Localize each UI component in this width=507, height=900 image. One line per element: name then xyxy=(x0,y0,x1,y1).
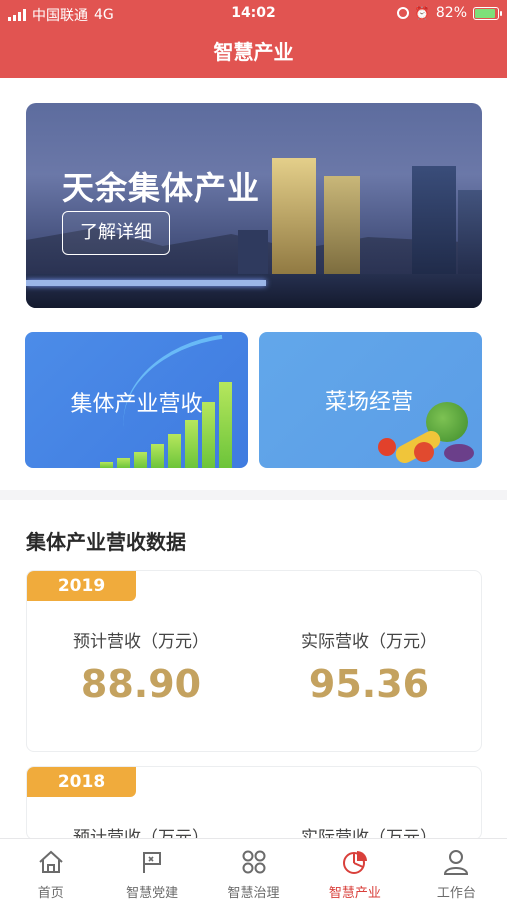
banner-building xyxy=(458,190,482,278)
banner-title: 天余集体产业 xyxy=(62,169,261,207)
tab-party-building[interactable]: 智慧党建 xyxy=(101,839,202,900)
actual-revenue-value: 95.36 xyxy=(308,662,430,706)
status-bar: 中国联通 4G 14:02 ⏰ 82% xyxy=(0,0,507,28)
banner-bridge xyxy=(26,280,266,286)
revenue-record-card[interactable]: 2018 预计营收（万元） 实际营收（万元） xyxy=(26,766,482,840)
pie-chart-icon xyxy=(342,851,367,874)
section-divider xyxy=(0,490,507,500)
tab-workbench[interactable]: 工作台 xyxy=(406,839,507,900)
user-icon xyxy=(444,850,469,875)
tab-label: 工作台 xyxy=(436,886,476,900)
collective-revenue-card[interactable]: 集体产业营收 xyxy=(25,332,248,468)
banner-building xyxy=(272,158,316,278)
page-title: 智慧产业 xyxy=(0,28,507,78)
home-icon xyxy=(39,850,63,873)
alarm-icon: ⏰ xyxy=(414,6,430,20)
flag-icon xyxy=(143,852,162,873)
revenue-record-card[interactable]: 2019 预计营收（万元） 88.90 实际营收（万元） 95.36 xyxy=(26,570,482,752)
vegetables-icon xyxy=(374,394,474,467)
year-badge: 2018 xyxy=(27,767,136,797)
market-management-card[interactable]: 菜场经营 xyxy=(259,332,482,468)
battery-percent: 82% xyxy=(435,5,467,21)
planned-revenue-value: 88.90 xyxy=(80,662,202,706)
section-title: 集体产业营收数据 xyxy=(26,530,186,554)
tab-label: 首页 xyxy=(37,886,64,900)
banner-building xyxy=(324,176,360,278)
learn-more-button[interactable]: 了解详细 xyxy=(62,211,170,255)
tab-governance[interactable]: 智慧治理 xyxy=(203,839,304,900)
tab-industry[interactable]: 智慧产业 xyxy=(304,839,405,900)
card-label: 集体产业营收 xyxy=(70,392,203,417)
rotation-lock-icon xyxy=(396,7,409,19)
tab-label: 智慧治理 xyxy=(227,886,280,900)
actual-revenue-label: 实际营收（万元） xyxy=(301,632,437,652)
grid-icon xyxy=(242,850,266,874)
planned-revenue-label: 预计营收（万元） xyxy=(73,632,209,652)
tab-home[interactable]: 首页 xyxy=(0,839,101,900)
tab-label: 智慧党建 xyxy=(126,886,179,900)
tab-label: 智慧产业 xyxy=(328,886,381,900)
banner[interactable]: 天余集体产业 了解详细 xyxy=(26,103,482,308)
banner-building xyxy=(238,230,268,278)
year-badge: 2019 xyxy=(27,571,136,601)
tab-bar: 首页 智慧党建 智慧治理 智慧产业 工作台 xyxy=(0,838,507,900)
banner-building xyxy=(412,166,456,278)
battery-icon xyxy=(473,6,502,20)
